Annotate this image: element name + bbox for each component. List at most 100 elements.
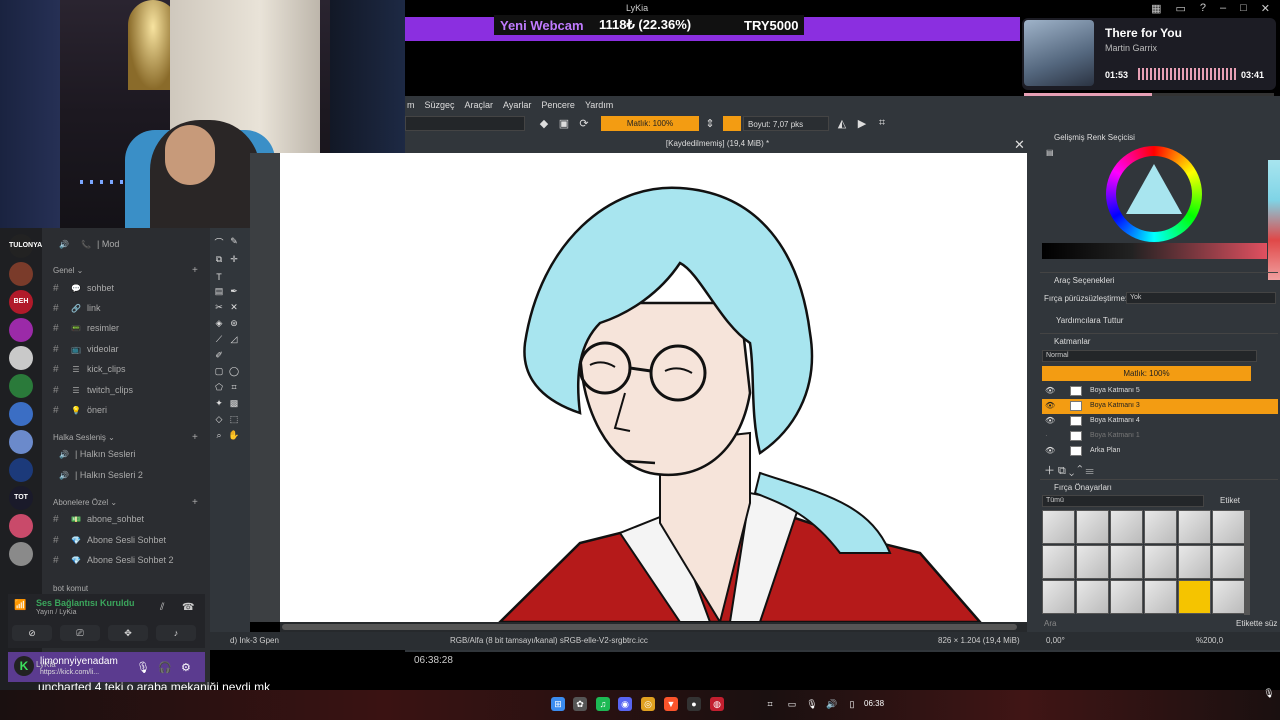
layer-row-selected[interactable]: 👁 Boya Katmanı 3 [1042, 399, 1278, 414]
voice-channel-name[interactable]: Yayın / LyKia [36, 609, 76, 616]
pattern-icon[interactable]: ⊛ [228, 318, 240, 329]
layer-row[interactable]: 👁 Boya Katmanı 5 [1042, 384, 1278, 399]
gear-icon[interactable]: ⚙ [181, 661, 191, 674]
noise-suppression-icon[interactable]: ⫽ [160, 602, 164, 613]
add-channel-icon[interactable]: + [192, 265, 198, 276]
magnetic-select-icon[interactable]: ⬚ [228, 414, 240, 425]
brush-preset[interactable] [1076, 545, 1109, 579]
layer-row[interactable]: 👁 Boya Katmanı 4 [1042, 414, 1278, 429]
close-icon[interactable]: ✕ [1261, 2, 1270, 18]
menu-item[interactable]: Yardım [585, 100, 613, 110]
mirror-icon[interactable]: ◭ [835, 117, 849, 130]
color-gradient[interactable] [1042, 243, 1267, 259]
bezier-select-icon[interactable]: ◇ [213, 414, 225, 425]
assistant-checkbox[interactable]: Yardımcılara Tuttur [1056, 316, 1123, 325]
eye-closed-icon[interactable]: · [1045, 431, 1048, 440]
channel[interactable]: # 📟 resimler [53, 320, 203, 336]
brush-preset[interactable] [1042, 545, 1075, 579]
wand-icon[interactable]: ✦ [213, 398, 225, 409]
eye-icon[interactable]: 👁 [1045, 446, 1055, 455]
transform-icon[interactable]: ✕ [228, 302, 240, 313]
start-icon[interactable]: ⊞ [551, 697, 565, 711]
eye-icon[interactable]: 👁 [1045, 401, 1055, 410]
brush-preset[interactable] [1144, 545, 1177, 579]
category-halka[interactable]: Halka Sesleniş ⌄ [53, 433, 115, 442]
add-channel-icon[interactable]: + [192, 432, 198, 443]
chrome-icon[interactable]: ◎ [641, 697, 655, 711]
disconnect-icon[interactable]: ☎ [182, 602, 194, 613]
channel[interactable]: # ☰ twitch_clips [53, 382, 203, 398]
channel[interactable]: # 📺 videolar [53, 341, 203, 357]
voice-channel[interactable]: 🔊 | Halkın Sesleri [53, 446, 203, 462]
tray-icon[interactable]: ⌗ [763, 697, 777, 711]
reload-icon[interactable]: ⟳ [577, 117, 591, 130]
menu-item[interactable]: Pencere [541, 100, 575, 110]
tag-button[interactable]: Etiket [1220, 496, 1240, 505]
headphones-icon[interactable]: 🎧 [158, 661, 172, 674]
server-icon[interactable] [9, 430, 33, 454]
settings-icon[interactable]: ▤ [1046, 148, 1054, 157]
horizontal-scrollbar[interactable] [280, 622, 1027, 632]
channel[interactable]: # 💎 Abone Sesli Sohbet 2 [53, 552, 203, 568]
tag-filter-checkbox[interactable]: Etikette süz [1236, 619, 1277, 628]
obs-icon[interactable]: ● [687, 697, 701, 711]
category-genel[interactable]: Genel ⌄ [53, 266, 83, 275]
server-icon[interactable]: BEH [9, 290, 33, 314]
crop-icon[interactable]: ⌗ [875, 117, 889, 130]
color-history[interactable] [1268, 160, 1280, 280]
soundboard-button[interactable]: ♪ [156, 625, 196, 641]
brush-preset[interactable] [1212, 580, 1245, 614]
server-icon[interactable] [9, 374, 33, 398]
zoom-icon[interactable]: ⌕ [213, 430, 225, 441]
free-select-icon[interactable]: ⌗ [228, 382, 240, 393]
app-icon[interactable]: ✿ [573, 697, 587, 711]
brush-preset[interactable] [1110, 545, 1143, 579]
smoothing-select[interactable]: Yok [1126, 292, 1276, 304]
size-slider[interactable]: Boyut: 7,07 pks [743, 115, 829, 131]
brush-preset[interactable] [1178, 545, 1211, 579]
battery-icon[interactable]: ▯ [845, 697, 859, 711]
voice-channel[interactable]: 🔊 | Halkın Sesleri 2 [53, 467, 203, 483]
shape-icon[interactable]: ✂ [213, 302, 225, 313]
network-icon[interactable]: ▭ [785, 697, 799, 711]
rect-select-icon[interactable]: ▢ [213, 366, 225, 377]
similar-select-icon[interactable]: ▩ [228, 398, 240, 409]
alpha-lock-icon[interactable]: ▣ [557, 117, 571, 130]
menu-item[interactable]: Ayarlar [503, 100, 531, 110]
stepper-icon[interactable]: ⇕ [703, 117, 717, 130]
brush-preset[interactable] [1110, 580, 1143, 614]
maximize-icon[interactable]: □ [1240, 2, 1247, 18]
add-channel-icon[interactable]: + [192, 497, 198, 508]
layer-actions[interactable]: ＋ ⧉ ⌄ ⌃ ☰ [1044, 462, 1094, 478]
layer-row[interactable]: 👁 Arka Plan [1042, 444, 1278, 459]
menu-item[interactable]: Süzgeç [425, 100, 455, 110]
opacity-slider[interactable]: Matlık: 100% [601, 115, 699, 131]
display-icon[interactable]: ▭ [1175, 2, 1185, 18]
category-abone[interactable]: Abonelere Özel ⌄ [53, 498, 117, 507]
brush-filter-select[interactable]: Tümü [1042, 495, 1204, 507]
close-icon[interactable]: ✕ [1014, 137, 1025, 153]
measure-icon[interactable]: ◿ [228, 334, 240, 345]
server-icon[interactable] [9, 402, 33, 426]
brush-preset[interactable] [1042, 510, 1075, 544]
layer-opacity-slider[interactable]: Matlık: 100% [1042, 366, 1251, 381]
channel[interactable]: # 💬 sohbet [53, 280, 203, 296]
blend-mode-select[interactable]: Normal [1042, 350, 1257, 362]
server-icon[interactable] [9, 514, 33, 538]
channel[interactable]: # ☰ kick_clips [53, 361, 203, 377]
notification-mic-icon[interactable]: 🎙 [1262, 686, 1276, 700]
brush-preset[interactable] [1076, 580, 1109, 614]
drawing-canvas[interactable] [280, 153, 1027, 622]
ellipse-select-icon[interactable]: ◯ [228, 366, 240, 377]
minimize-icon[interactable]: – [1220, 2, 1226, 18]
help-icon[interactable]: ? [1200, 2, 1206, 18]
eye-icon[interactable]: 👁 [1045, 386, 1055, 395]
brush-preset[interactable] [1212, 545, 1245, 579]
move-icon[interactable]: ✛ [228, 254, 240, 265]
crop-tool-icon[interactable]: ⧉ [213, 254, 225, 265]
channel-mod[interactable]: 🔊 📞 | Mod [53, 236, 203, 252]
channel[interactable]: # 💎 Abone Sesli Sohbet [53, 532, 203, 548]
server-icon[interactable] [9, 262, 33, 286]
brush-preset[interactable] [1110, 510, 1143, 544]
camera-button[interactable]: ⊘ [12, 625, 52, 641]
